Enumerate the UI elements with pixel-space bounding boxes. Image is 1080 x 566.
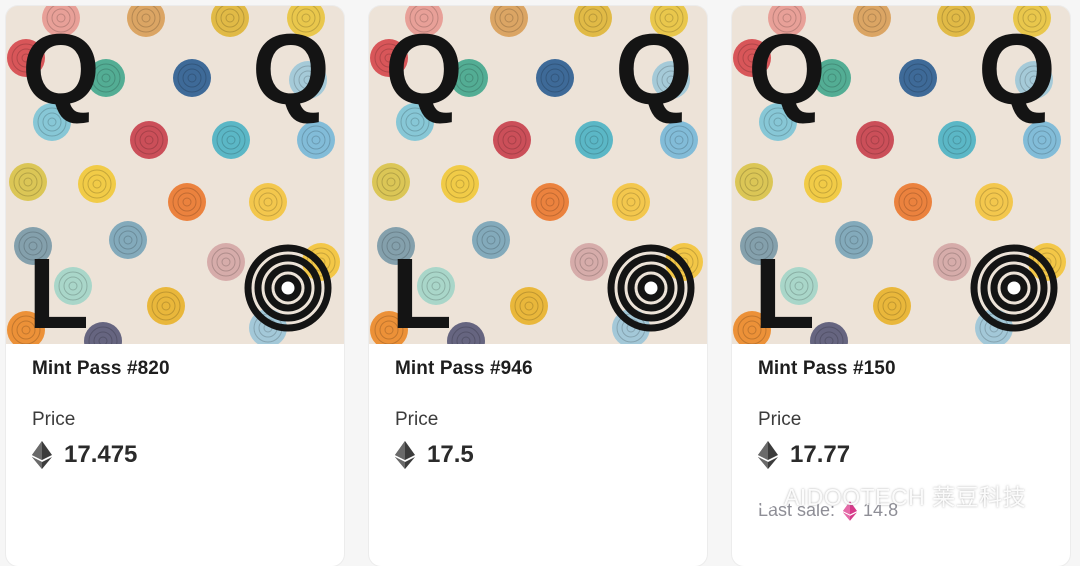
artwork-dot bbox=[109, 221, 147, 259]
nft-artwork-image[interactable]: Q Q L bbox=[732, 6, 1070, 344]
artwork-dots: Q Q L bbox=[732, 6, 1070, 344]
artwork-dot bbox=[207, 243, 245, 281]
artwork-letter: Q bbox=[615, 14, 693, 126]
artwork-dot bbox=[472, 221, 510, 259]
artwork-dot bbox=[147, 287, 185, 325]
artwork-dot bbox=[894, 183, 932, 221]
artwork-dot bbox=[531, 183, 569, 221]
price-row: 17.5 bbox=[395, 440, 474, 470]
ethereum-icon bbox=[395, 441, 415, 469]
ethereum-icon bbox=[758, 441, 778, 469]
nft-name[interactable]: Mint Pass #150 bbox=[758, 358, 896, 380]
artwork-letter: Q bbox=[978, 14, 1056, 126]
artwork-dot bbox=[1023, 121, 1061, 159]
price-row: 17.77 bbox=[758, 440, 850, 470]
price-value: 17.77 bbox=[790, 441, 851, 468]
artwork-dot bbox=[899, 59, 937, 97]
price-label: Price bbox=[395, 409, 439, 430]
artwork-dot bbox=[441, 165, 479, 203]
nft-name[interactable]: Mint Pass #820 bbox=[32, 358, 170, 380]
ethereum-icon bbox=[32, 441, 52, 469]
artwork-dot bbox=[249, 183, 287, 221]
nft-card[interactable]: Q Q L Mint Pass #820 Price 17.475 bbox=[6, 6, 344, 566]
artwork-dot bbox=[173, 59, 211, 97]
price-label: Price bbox=[758, 409, 802, 430]
artwork-dot bbox=[735, 163, 773, 201]
nft-card[interactable]: Q Q L Mint Pass #946 Price 17.5 bbox=[369, 6, 707, 566]
artwork-ring-o bbox=[607, 244, 695, 332]
artwork-dot bbox=[168, 183, 206, 221]
artwork-dots: Q Q L bbox=[6, 6, 344, 344]
price-value: 17.475 bbox=[64, 441, 138, 468]
artwork-letter: Q bbox=[385, 14, 463, 126]
artwork-letter: L bbox=[28, 238, 89, 344]
watermark-text: AIDOOTECH 莱豆科技 bbox=[784, 484, 1027, 510]
artwork-ring-o bbox=[244, 244, 332, 332]
artwork-dot bbox=[130, 121, 168, 159]
artwork-ring-o bbox=[970, 244, 1058, 332]
artwork-dot bbox=[212, 121, 250, 159]
price-row: 17.475 bbox=[32, 440, 137, 470]
artwork-dot bbox=[493, 121, 531, 159]
artwork-letter: Q bbox=[748, 14, 826, 126]
artwork-dot bbox=[297, 121, 335, 159]
artwork-letter: L bbox=[754, 238, 815, 344]
artwork-dot bbox=[78, 165, 116, 203]
artwork-letter: Q bbox=[252, 14, 330, 126]
artwork-dot bbox=[856, 121, 894, 159]
artwork-dot bbox=[9, 163, 47, 201]
artwork-dot bbox=[835, 221, 873, 259]
artwork-dot bbox=[933, 243, 971, 281]
artwork-dot bbox=[510, 287, 548, 325]
artwork-dot bbox=[372, 163, 410, 201]
price-label: Price bbox=[32, 409, 76, 430]
watermark: AIDOOTECH 莱豆科技 bbox=[738, 478, 1026, 512]
nft-artwork-image[interactable]: Q Q L bbox=[369, 6, 707, 344]
nft-name[interactable]: Mint Pass #946 bbox=[395, 358, 533, 380]
artwork-dot bbox=[575, 121, 613, 159]
artwork-letter: L bbox=[391, 238, 452, 344]
artwork-dot bbox=[536, 59, 574, 97]
artwork-dot bbox=[570, 243, 608, 281]
nft-card-grid: QQL Mint Pass #820 Price 17.475 QQL Mint… bbox=[0, 0, 1080, 566]
artwork-dot bbox=[804, 165, 842, 203]
artwork-dots: Q Q L bbox=[369, 6, 707, 344]
artwork-dot bbox=[938, 121, 976, 159]
price-value: 17.5 bbox=[427, 441, 474, 468]
artwork-dot bbox=[612, 183, 650, 221]
wechat-icon bbox=[738, 481, 778, 509]
artwork-letter: Q bbox=[22, 14, 100, 126]
artwork-dot bbox=[660, 121, 698, 159]
artwork-dot bbox=[975, 183, 1013, 221]
nft-artwork-image[interactable]: Q Q L bbox=[6, 6, 344, 344]
artwork-dot bbox=[873, 287, 911, 325]
